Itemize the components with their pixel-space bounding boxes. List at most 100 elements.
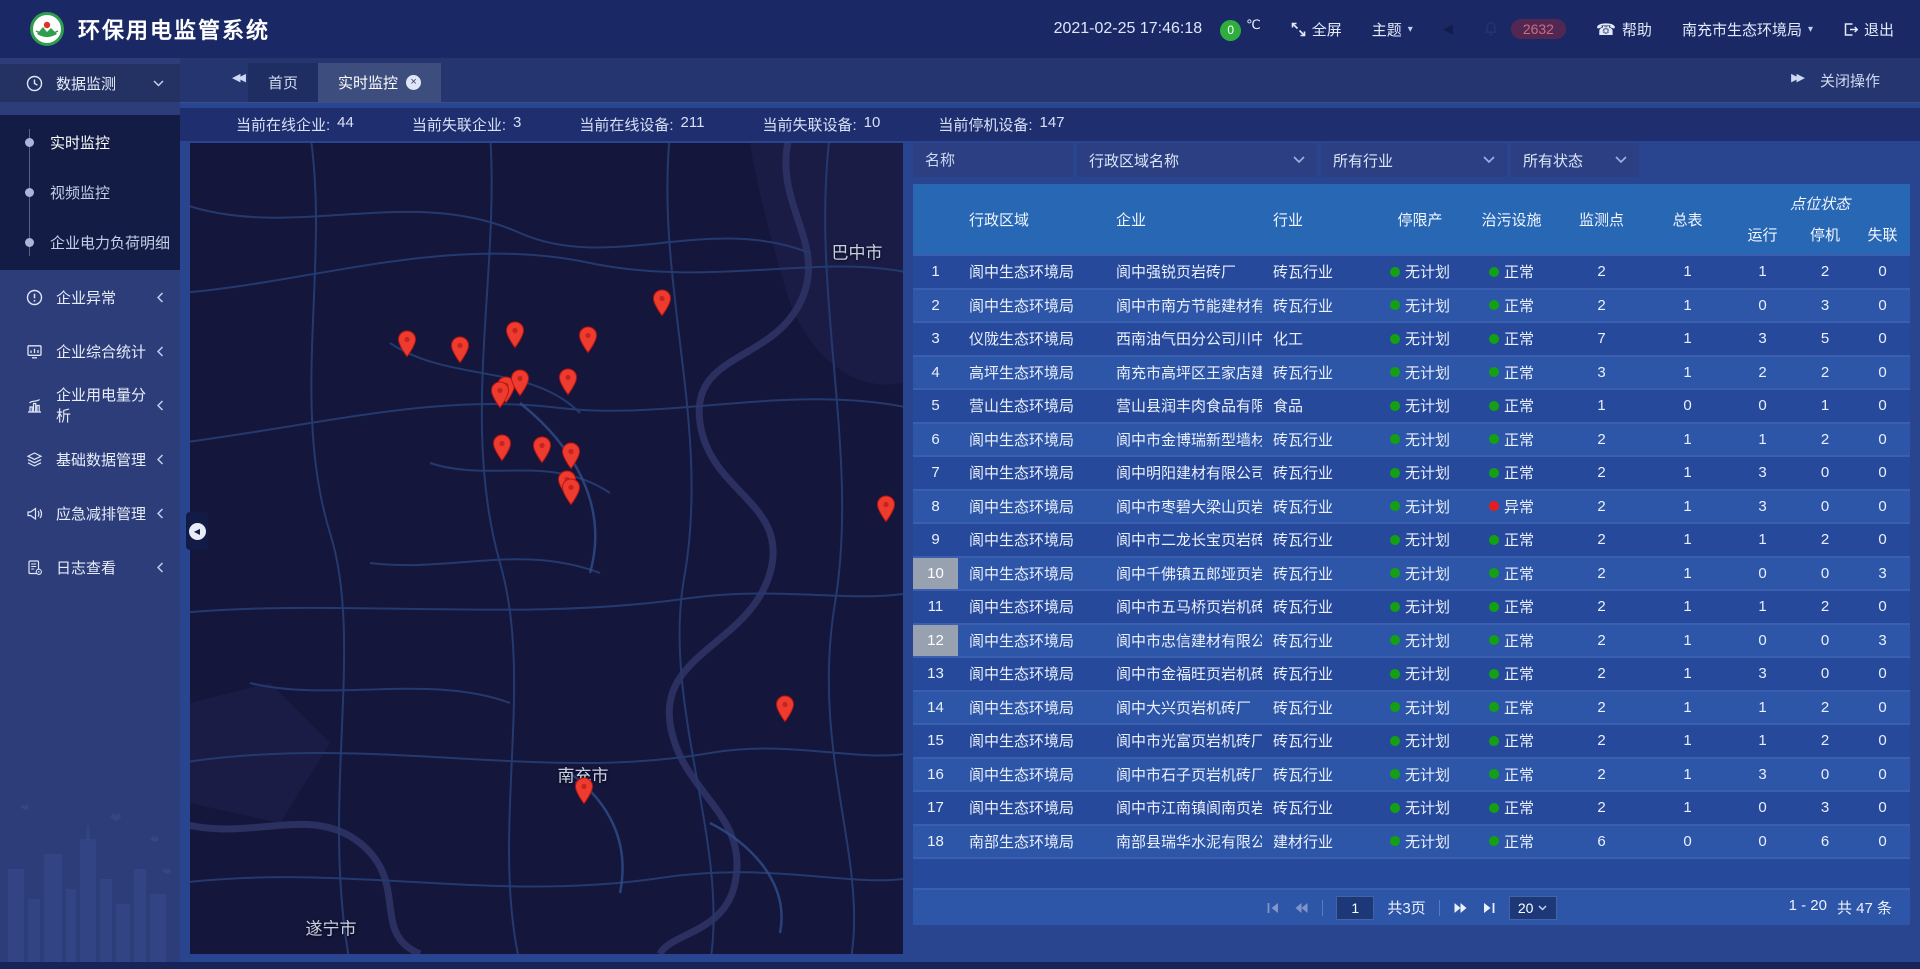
industry-filter-select[interactable]: 所有行业	[1321, 143, 1507, 177]
phone-icon: ☎	[1596, 20, 1616, 39]
table-row[interactable]: 14 阆中生态环境局 阆中大兴页岩机砖厂 砖瓦行业 无计划 正常 2 1 1	[913, 692, 1910, 726]
pagination-range-label: 1 - 20 共 47 条	[1789, 897, 1892, 918]
facility-status-dot	[1489, 836, 1499, 846]
cell-run: 1	[1730, 524, 1795, 556]
sidebar-item-realtime-monitor[interactable]: 实时监控	[0, 117, 180, 167]
sidebar-item-enterprise-statistics[interactable]: 企业综合统计	[0, 324, 180, 378]
table-row[interactable]: 8 阆中生态环境局 阆中市枣碧大梁山页岩 砖瓦行业 无计划 异常 2 1 3	[913, 491, 1910, 525]
table-row[interactable]: 11 阆中生态环境局 阆中市五马桥页岩机砖 砖瓦行业 无计划 正常 2 1 1	[913, 591, 1910, 625]
sidebar-item-video-monitor[interactable]: 视频监控	[0, 167, 180, 217]
map-pin-icon[interactable]	[490, 381, 510, 409]
chevron-left-icon	[157, 508, 164, 519]
tab-realtime-monitor[interactable]: 实时监控 ×	[318, 63, 441, 102]
map-pin-icon[interactable]	[775, 695, 795, 723]
cell-lost: 0	[1855, 357, 1910, 389]
cell-company: 阆中大兴页岩机砖厂	[1105, 692, 1262, 724]
close-tab-icon[interactable]: ×	[406, 75, 421, 90]
facility-status-dot	[1489, 468, 1499, 478]
map-pin-icon[interactable]	[876, 495, 896, 523]
theme-menu[interactable]: 主题 ▾	[1372, 19, 1413, 40]
tabs-scroll-left-icon[interactable]: ◀◀	[232, 71, 243, 84]
limit-status-dot	[1390, 803, 1400, 813]
map-pin-icon[interactable]	[397, 330, 417, 358]
table-row[interactable]: 9 阆中生态环境局 阆中市二龙长宝页岩砖 砖瓦行业 无计划 正常 2 1 1	[913, 524, 1910, 558]
user-org-menu[interactable]: 南充市生态环境局 ▾	[1682, 19, 1813, 40]
sidebar-item-base-data-management[interactable]: 基础数据管理	[0, 432, 180, 486]
cell-facility: 正常	[1465, 558, 1558, 590]
map-pin-icon[interactable]	[532, 436, 552, 464]
chevron-down-icon	[1293, 156, 1305, 164]
map-pin-icon[interactable]	[450, 336, 470, 364]
stat-item: 当前在线企业: 44	[236, 114, 354, 135]
limit-status-dot	[1390, 736, 1400, 746]
cell-region: 阆中生态环境局	[958, 491, 1105, 523]
cell-run: 0	[1730, 625, 1795, 657]
name-filter-input[interactable]	[925, 152, 1061, 169]
table-row[interactable]: 1 阆中生态环境局 阆中强锐页岩砖厂 砖瓦行业 无计划 正常 2 1 1	[913, 256, 1910, 290]
sidebar-item-emergency-reduction[interactable]: 应急减排管理	[0, 486, 180, 540]
row-index: 7	[913, 457, 958, 489]
sidebar-item-power-usage-analysis[interactable]: 企业用电量分析	[0, 378, 180, 432]
map-pin-icon[interactable]	[510, 369, 530, 397]
table-row[interactable]: 10 阆中生态环境局 阆中千佛镇五郎垭页岩 砖瓦行业 无计划 正常 2 1 0	[913, 558, 1910, 592]
table-row[interactable]: 18 南部生态环境局 南部县瑞华水泥有限公 建材行业 无计划 正常 6 0 0	[913, 826, 1910, 860]
facility-status-dot	[1489, 434, 1499, 444]
cell-region: 阆中生态环境局	[958, 725, 1105, 757]
sidebar-item-enterprise-anomaly[interactable]: 企业异常	[0, 270, 180, 324]
last-page-button[interactable]	[1482, 902, 1496, 914]
cell-meter: 1	[1645, 625, 1730, 657]
map-pin-icon[interactable]	[574, 777, 594, 805]
city-skyline-watermark	[0, 799, 180, 969]
next-page-button[interactable]	[1453, 902, 1469, 914]
page-size-select[interactable]: 20	[1509, 896, 1557, 920]
sidebar-item-log-view[interactable]: 日志查看	[0, 540, 180, 594]
map-pin-icon[interactable]	[561, 478, 581, 506]
col-header-points: 监测点	[1558, 184, 1645, 254]
region-filter-select[interactable]: 行政区域名称	[1077, 143, 1317, 177]
notification-area[interactable]: 2632	[1483, 19, 1566, 39]
fullscreen-button[interactable]: 全屏	[1291, 19, 1342, 40]
sidebar-item-power-load-detail[interactable]: 企业电力负荷明细	[0, 217, 180, 267]
table-row[interactable]: 7 阆中生态环境局 阆中明阳建材有限公司 砖瓦行业 无计划 正常 2 1 3	[913, 457, 1910, 491]
col-header-limit: 停限产	[1375, 184, 1465, 254]
cell-stop: 0	[1795, 625, 1855, 657]
table-row[interactable]: 3 仪陇生态环境局 西南油气田分公司川中 化工 无计划 正常 7 1 3	[913, 323, 1910, 357]
cell-stop: 5	[1795, 323, 1855, 355]
table-row[interactable]: 6 阆中生态环境局 阆中市金博瑞新型墙材 砖瓦行业 无计划 正常 2 1 1	[913, 424, 1910, 458]
cell-run: 0	[1730, 290, 1795, 322]
table-row[interactable]: 17 阆中生态环境局 阆中市江南镇阆南页岩 砖瓦行业 无计划 正常 2 1 0	[913, 792, 1910, 826]
table-row[interactable]: 16 阆中生态环境局 阆中市石子页岩机砖厂 砖瓦行业 无计划 正常 2 1 3	[913, 759, 1910, 793]
table-row[interactable]: 13 阆中生态环境局 阆中市金福旺页岩机砖 砖瓦行业 无计划 正常 2 1 3	[913, 658, 1910, 692]
map-canvas[interactable]: 巴中市 南充市 遂宁市	[190, 143, 903, 954]
cell-lost: 0	[1855, 524, 1910, 556]
map-pin-icon[interactable]	[578, 326, 598, 354]
status-filter-select[interactable]: 所有状态	[1511, 143, 1639, 177]
sidebar-submenu: 实时监控 视频监控 企业电力负荷明细	[0, 115, 180, 270]
cell-limit: 无计划	[1375, 692, 1465, 724]
cell-company: 阆中市光富页岩机砖厂	[1105, 725, 1262, 757]
map-pin-icon[interactable]	[505, 321, 525, 349]
cell-meter: 1	[1645, 759, 1730, 791]
map-pin-icon[interactable]	[558, 368, 578, 396]
logout-button[interactable]: 退出	[1843, 19, 1894, 40]
table-row[interactable]: 2 阆中生态环境局 阆中市南方节能建材有 砖瓦行业 无计划 正常 2 1 0	[913, 290, 1910, 324]
cell-facility: 正常	[1465, 725, 1558, 757]
tabs-scroll-right-icon[interactable]: ▶▶	[1791, 71, 1802, 84]
table-row[interactable]: 4 高坪生态环境局 南充市高坪区王家店建 砖瓦行业 无计划 正常 3 1 2	[913, 357, 1910, 391]
map-pin-icon[interactable]	[652, 289, 672, 317]
map-pin-icon[interactable]	[492, 434, 512, 462]
tab-home[interactable]: 首页	[248, 63, 318, 102]
map-collapse-toggle[interactable]: ◀	[186, 512, 208, 550]
close-operations-menu[interactable]: 关闭操作	[1820, 70, 1880, 91]
map-pin-icon[interactable]	[561, 442, 581, 470]
sidebar-item-data-monitoring[interactable]: 数据监测	[0, 64, 180, 102]
page-number-input[interactable]	[1336, 896, 1374, 920]
marquee-mute-button[interactable]: ◀	[1443, 22, 1453, 37]
prev-page-button[interactable]	[1293, 902, 1309, 914]
cell-industry: 砖瓦行业	[1262, 256, 1375, 288]
help-button[interactable]: ☎ 帮助	[1596, 19, 1652, 40]
first-page-button[interactable]	[1266, 902, 1280, 914]
table-row[interactable]: 5 营山生态环境局 营山县润丰肉食品有限 食品 无计划 正常 1 0 0	[913, 390, 1910, 424]
table-row[interactable]: 12 阆中生态环境局 阆中市忠信建材有限公 砖瓦行业 无计划 正常 2 1 0	[913, 625, 1910, 659]
table-row[interactable]: 15 阆中生态环境局 阆中市光富页岩机砖厂 砖瓦行业 无计划 正常 2 1 1	[913, 725, 1910, 759]
